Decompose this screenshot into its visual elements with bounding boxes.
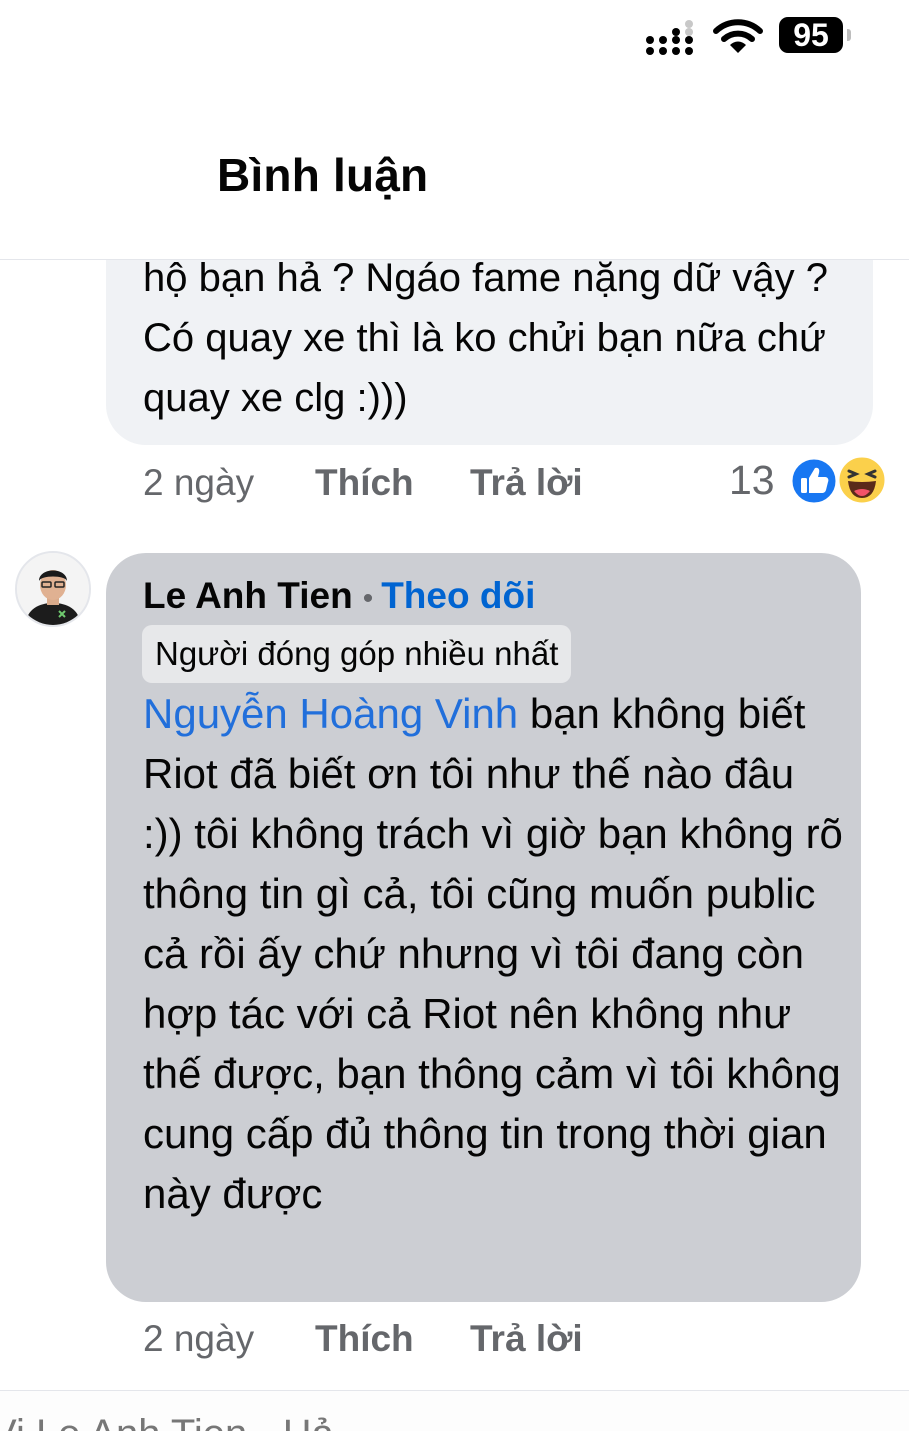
comment-text: hộ bạn hả ? Ngáo fame nặng dữ vậy ? Có q… xyxy=(143,256,829,420)
like-button[interactable]: Thích xyxy=(315,462,414,504)
header-background xyxy=(0,80,909,259)
next-comment-text: Vi Le Anh Tien · Hả xyxy=(0,1412,334,1431)
author-name[interactable]: Le Anh Tien xyxy=(143,575,353,616)
cellular-signal-icon xyxy=(646,20,693,55)
battery-tip xyxy=(847,29,851,41)
next-comment-preview[interactable]: Vi Le Anh Tien · Hả xyxy=(0,1412,909,1431)
separator-dot: • xyxy=(362,582,374,615)
comment-body: bạn không biết Riot đã biết ơn tôi như t… xyxy=(143,690,843,1217)
comment-author-row: Le Anh Tien • Theo dõi xyxy=(143,575,535,617)
reply-button[interactable]: Trả lời xyxy=(470,1318,583,1360)
follow-button[interactable]: Theo dõi xyxy=(381,575,535,616)
comment-text: Nguyễn Hoàng Vinh bạn không biết Riot đã… xyxy=(143,684,843,1224)
wifi-icon xyxy=(713,19,763,53)
reply-button[interactable]: Trả lời xyxy=(470,462,583,504)
battery-level: 95 xyxy=(779,17,843,53)
avatar[interactable] xyxy=(15,551,91,627)
page-title: Bình luận xyxy=(217,149,429,201)
like-button[interactable]: Thích xyxy=(315,1318,414,1360)
comment-time: 2 ngày xyxy=(143,462,255,503)
top-contributor-badge: Người đóng góp nhiều nhất xyxy=(142,625,572,683)
reaction-count[interactable]: 13 xyxy=(729,457,775,504)
status-bar: 95 xyxy=(0,0,909,80)
comment-time: 2 ngày xyxy=(143,1318,255,1359)
haha-icon[interactable] xyxy=(836,454,888,506)
mention-link[interactable]: Nguyễn Hoàng Vinh xyxy=(143,690,518,737)
avatar-image xyxy=(17,553,89,625)
battery-indicator: 95 xyxy=(779,17,851,55)
like-icon[interactable] xyxy=(789,456,839,506)
